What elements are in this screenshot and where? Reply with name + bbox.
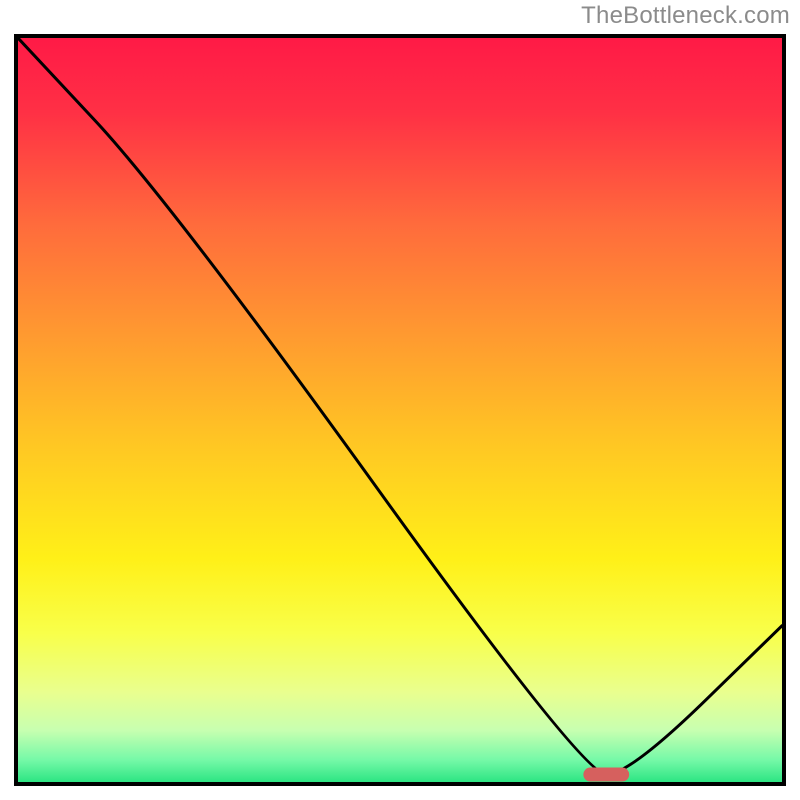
chart-container: [14, 34, 786, 786]
chart-svg: [18, 38, 782, 782]
marker-pill: [583, 768, 629, 782]
attribution-text: TheBottleneck.com: [581, 2, 790, 30]
gradient-background: [18, 38, 782, 782]
